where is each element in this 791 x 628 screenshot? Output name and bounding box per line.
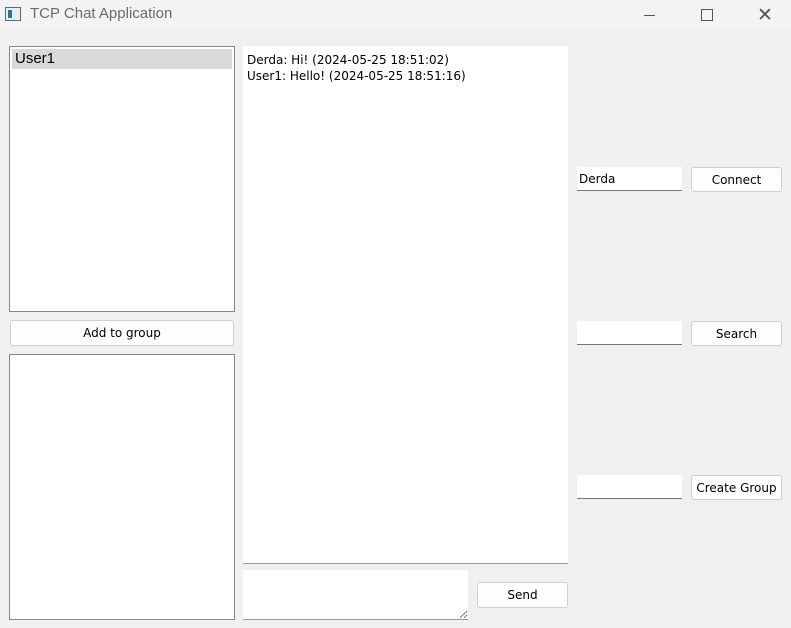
user-list-item[interactable]: User1 [12,49,232,69]
minimize-icon [643,14,655,16]
maximize-icon [701,9,713,21]
search-input[interactable] [577,321,682,345]
user-list[interactable]: User1 [9,46,235,312]
minimize-button[interactable] [620,0,678,30]
window-title: TCP Chat Application [30,5,173,22]
chat-message: User1: Hello! (2024-05-25 18:51:16) [247,69,466,83]
close-button[interactable]: ✕ [736,0,791,30]
app-icon [5,7,21,21]
close-icon: ✕ [757,3,773,26]
create-group-button[interactable]: Create Group [691,475,782,500]
message-input[interactable] [243,570,468,620]
chat-message: Derda: Hi! (2024-05-25 18:51:02) [247,53,449,67]
chat-history[interactable]: Derda: Hi! (2024-05-25 18:51:02) User1: … [243,46,568,564]
connect-button[interactable]: Connect [691,167,782,192]
maximize-button[interactable] [678,0,736,30]
send-button[interactable]: Send [477,582,568,608]
add-to-group-button[interactable]: Add to group [10,320,234,346]
group-name-input[interactable] [577,475,682,499]
title-bar: TCP Chat Application ✕ [0,0,791,30]
group-list[interactable] [9,354,235,620]
username-input[interactable] [577,167,682,191]
search-button[interactable]: Search [691,321,782,346]
